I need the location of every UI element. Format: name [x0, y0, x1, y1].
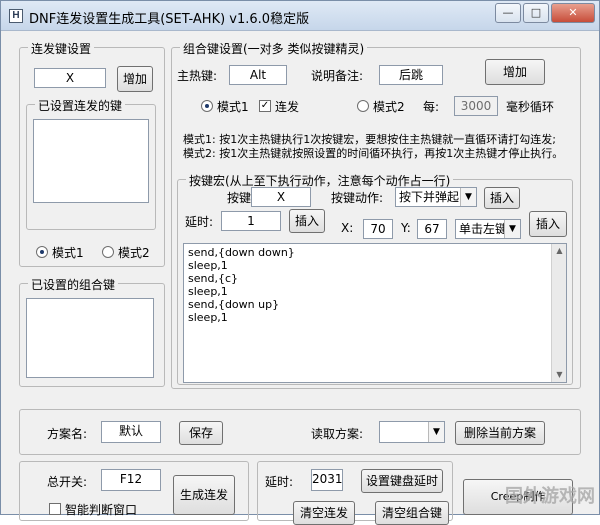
keyboard-delay-label: 延时:: [265, 475, 294, 489]
clear-repeat-button[interactable]: 清空连发: [293, 501, 355, 525]
delete-scheme-button[interactable]: 删除当前方案: [455, 421, 545, 445]
save-scheme-button[interactable]: 保存: [179, 421, 223, 445]
generate-repeat-button[interactable]: 生成连发: [173, 475, 235, 515]
y-label: Y:: [401, 221, 411, 235]
hotkey-input[interactable]: Alt: [229, 65, 287, 85]
scheme-name-label: 方案名:: [47, 427, 88, 441]
macro-delay-input[interactable]: 1: [221, 211, 281, 231]
set-keyboard-delay-button[interactable]: 设置键盘延时: [361, 469, 443, 493]
add-combo-button[interactable]: 增加: [485, 59, 545, 85]
combo-set-group: 已设置的组合键: [19, 276, 165, 387]
ms-loop-label: 毫秒循环: [506, 100, 555, 114]
x-input[interactable]: 70: [363, 219, 393, 239]
set-keys-list[interactable]: [33, 119, 149, 203]
left-mode2-radio[interactable]: 模式2: [102, 244, 150, 260]
mouse-action-value: 单击左键: [459, 222, 508, 236]
repeat-key-input[interactable]: X: [34, 68, 106, 88]
note-input[interactable]: 后跳: [379, 65, 443, 85]
read-scheme-select[interactable]: ▼: [379, 421, 445, 443]
script-line: send,{down up}: [188, 298, 280, 311]
radio-unselected-icon: [357, 100, 369, 112]
mouse-action-select[interactable]: 单击左键 ▼: [455, 219, 521, 239]
action-label: 按键动作:: [331, 191, 384, 205]
left-mode2-label: 模式2: [118, 246, 150, 260]
scroll-up-icon[interactable]: ▲: [552, 244, 567, 258]
insert-delay-button[interactable]: 插入: [289, 209, 325, 233]
title-bar: H DNF连发设置生成工具(SET-AHK) v1.6.0稳定版 — □ ✕: [1, 1, 599, 31]
mode2-description: 模式2: 按1次主热键就按照设置的时间循环执行，再按1次主热键才停止执行。: [183, 147, 564, 160]
read-scheme-label: 读取方案:: [311, 427, 364, 441]
insert-action-button[interactable]: 插入: [484, 187, 520, 209]
chevron-down-icon: ▼: [460, 188, 476, 206]
combo-settings-group-title: 组合键设置(一对多 类似按键精灵): [180, 40, 368, 57]
every-label: 每:: [423, 100, 440, 114]
master-switch-label: 总开关:: [47, 475, 88, 489]
clear-combo-button[interactable]: 清空组合键: [375, 501, 449, 525]
macro-delay-label: 延时:: [185, 215, 214, 229]
action-select-value: 按下并弹起: [399, 190, 460, 204]
radio-selected-icon: [36, 246, 48, 258]
loop-ms-input[interactable]: 3000: [454, 96, 498, 116]
keyboard-delay-input[interactable]: 2031: [311, 469, 343, 491]
combo-mode2-radio[interactable]: 模式2: [357, 98, 405, 114]
repeat-key-group: 连发键设置 X 增加 已设置连发的键 模式1 模式2: [19, 40, 165, 267]
chevron-down-icon: ▼: [504, 220, 520, 238]
combo-mode1-label: 模式1: [217, 100, 249, 114]
set-keys-group-title: 已设置连发的键: [35, 97, 126, 114]
script-line: send,{c}: [188, 272, 238, 285]
script-line: sleep,1: [188, 285, 228, 298]
macro-script-textarea[interactable]: send,{down down} sleep,1 send,{c} sleep,1 se…: [183, 243, 567, 383]
maximize-button[interactable]: □: [523, 3, 549, 23]
app-icon: H: [9, 9, 23, 23]
repeat-checkbox[interactable]: ✓ 连发: [259, 98, 299, 114]
repeat-key-group-title: 连发键设置: [28, 40, 95, 57]
scheme-name-input[interactable]: 默认: [101, 421, 161, 443]
script-line: sleep,1: [188, 311, 228, 324]
x-label: X:: [341, 221, 354, 235]
insert-mouse-button[interactable]: 插入: [529, 211, 567, 237]
hotkey-label: 主热键:: [177, 69, 218, 83]
left-mode1-radio[interactable]: 模式1: [36, 244, 84, 260]
radio-selected-icon: [201, 100, 213, 112]
minimize-button[interactable]: —: [495, 3, 521, 23]
checkmark-icon: ✓: [259, 100, 271, 112]
script-scrollbar[interactable]: ▲ ▼: [551, 244, 566, 382]
note-label: 说明备注:: [311, 69, 364, 83]
watermark-logo: 国外游戏网: [505, 486, 595, 507]
combo-set-list[interactable]: [26, 298, 154, 378]
combo-set-group-title: 已设置的组合键: [28, 276, 119, 293]
repeat-checkbox-label: 连发: [275, 100, 300, 114]
combo-mode1-radio[interactable]: 模式1: [201, 98, 249, 114]
action-select[interactable]: 按下并弹起 ▼: [395, 187, 477, 207]
chevron-down-icon: ▼: [428, 422, 444, 442]
add-repeat-key-button[interactable]: 增加: [117, 66, 153, 92]
scroll-down-icon[interactable]: ▼: [552, 368, 567, 382]
set-keys-group: 已设置连发的键: [26, 97, 156, 230]
close-button[interactable]: ✕: [551, 3, 595, 23]
combo-mode2-label: 模式2: [373, 100, 405, 114]
macro-key-input[interactable]: X: [251, 187, 311, 207]
app-window: H DNF连发设置生成工具(SET-AHK) v1.6.0稳定版 — □ ✕ 连…: [0, 0, 600, 525]
checkbox-icon: [49, 503, 61, 515]
left-mode1-label: 模式1: [52, 246, 84, 260]
y-input[interactable]: 67: [417, 219, 447, 239]
script-lines: send,{down down} sleep,1 send,{c} sleep,1 se…: [188, 246, 562, 324]
script-line: send,{down down}: [188, 246, 295, 259]
master-switch-input[interactable]: F12: [101, 469, 161, 491]
window-title: DNF连发设置生成工具(SET-AHK) v1.6.0稳定版: [29, 12, 310, 27]
script-line: sleep,1: [188, 259, 228, 272]
radio-unselected-icon: [102, 246, 114, 258]
